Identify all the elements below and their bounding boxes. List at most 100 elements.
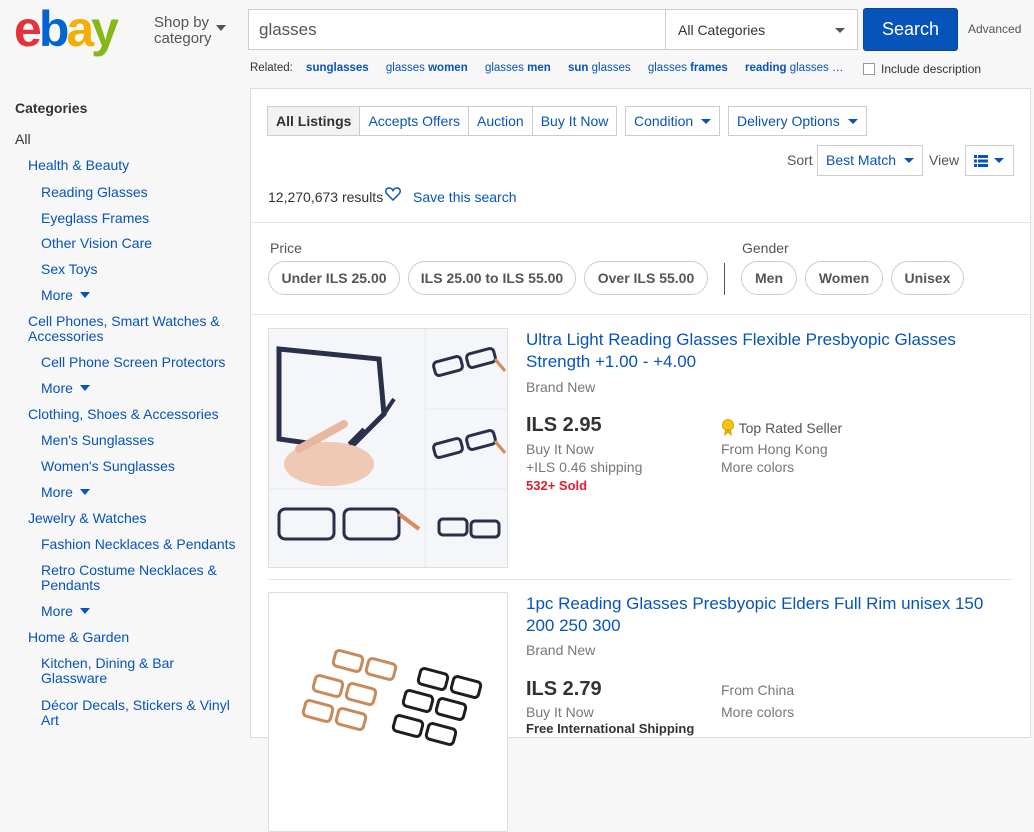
top-rated-ribbon-icon bbox=[722, 419, 734, 436]
sidebar-item-reading-glasses[interactable]: Reading Glasses bbox=[41, 185, 148, 200]
related-searches: Related: sunglasses glasses women glasse… bbox=[250, 62, 857, 74]
sidebar-item-cell-phones[interactable]: Cell Phones, Smart Watches & Accessories bbox=[28, 314, 238, 344]
search-bar: All Categories bbox=[248, 9, 858, 50]
price-pill-middle[interactable]: ILS 25.00 to ILS 55.00 bbox=[408, 261, 576, 295]
price-filter-label: Price bbox=[270, 240, 302, 256]
gender-pill-women[interactable]: Women bbox=[805, 261, 883, 295]
sidebar-more[interactable]: More bbox=[41, 381, 90, 396]
tab-auction[interactable]: Auction bbox=[468, 106, 533, 136]
view-label: View bbox=[929, 152, 960, 168]
listing-format: Buy It Now bbox=[526, 704, 594, 720]
related-link-bold: frames bbox=[690, 62, 728, 74]
glasses-photo-illustration bbox=[269, 593, 507, 831]
tab-accepts-offers[interactable]: Accepts Offers bbox=[359, 106, 470, 136]
sidebar-item-retro-necklaces[interactable]: Retro Costume Necklaces & Pendants bbox=[41, 563, 231, 593]
related-link-text: glasses bbox=[647, 62, 687, 74]
related-link[interactable]: glasses men bbox=[485, 62, 551, 74]
related-link[interactable]: sun glasses bbox=[568, 62, 631, 74]
sidebar-more[interactable]: More bbox=[41, 604, 90, 619]
filter-separator bbox=[724, 263, 725, 295]
listing-title[interactable]: Ultra Light Reading Glasses Flexible Pre… bbox=[526, 329, 986, 373]
view-dropdown[interactable] bbox=[965, 145, 1014, 176]
sidebar-item-other-vision-care[interactable]: Other Vision Care bbox=[41, 236, 152, 251]
ebay-logo[interactable]: ebay bbox=[14, 6, 139, 58]
related-link-bold: sun bbox=[568, 62, 589, 74]
gender-pill-men[interactable]: Men bbox=[741, 261, 797, 295]
chevron-down-icon bbox=[994, 158, 1004, 163]
sidebar-item-fashion-necklaces[interactable]: Fashion Necklaces & Pendants bbox=[41, 537, 236, 552]
related-link-bold: sunglasses bbox=[306, 62, 369, 74]
sort-value: Best Match bbox=[826, 152, 897, 168]
top-rated-label: Top Rated Seller bbox=[738, 420, 843, 436]
search-button[interactable]: Search bbox=[863, 8, 958, 51]
advanced-search-link[interactable]: Advanced bbox=[968, 22, 1021, 36]
shop-by-category[interactable]: Shop by category bbox=[154, 15, 226, 47]
chevron-down-icon bbox=[904, 158, 915, 163]
checkbox-icon bbox=[863, 63, 875, 75]
related-link-text: glasses bbox=[385, 62, 425, 74]
sidebar-item-mens-sunglasses[interactable]: Men's Sunglasses bbox=[41, 433, 154, 448]
top-rated-seller-badge: Top Rated Seller bbox=[721, 419, 842, 437]
results-panel: All Listings Accepts Offers Auction Buy … bbox=[250, 88, 1031, 832]
sidebar-item-decor-decals[interactable]: Décor Decals, Stickers & Vinyl Art bbox=[41, 698, 241, 728]
sidebar-more[interactable]: More bbox=[41, 288, 90, 303]
condition-label: Condition bbox=[634, 113, 694, 129]
category-select-value: All Categories bbox=[678, 22, 766, 38]
related-link[interactable]: sunglasses bbox=[306, 62, 369, 74]
listing-shipping: +ILS 0.46 shipping bbox=[526, 459, 643, 475]
include-description-checkbox[interactable]: Include description bbox=[863, 62, 981, 76]
sidebar-item-screen-protectors[interactable]: Cell Phone Screen Protectors bbox=[41, 355, 225, 370]
sidebar-item-womens-sunglasses[interactable]: Women's Sunglasses bbox=[41, 459, 175, 474]
gender-pill-unisex[interactable]: Unisex bbox=[891, 261, 964, 295]
sort-dropdown[interactable]: Best Match bbox=[817, 145, 924, 176]
price-pill-over[interactable]: Over ILS 55.00 bbox=[584, 261, 708, 295]
listing-image[interactable] bbox=[268, 592, 508, 832]
sidebar-item-sex-toys[interactable]: Sex Toys bbox=[41, 262, 98, 277]
listing-format: Buy It Now bbox=[526, 441, 594, 457]
tab-all-listings[interactable]: All Listings bbox=[267, 106, 361, 136]
divider bbox=[251, 314, 1030, 315]
sidebar-item-jewelry-watches[interactable]: Jewelry & Watches bbox=[28, 511, 147, 526]
heart-icon[interactable] bbox=[385, 186, 401, 201]
category-select[interactable]: All Categories bbox=[665, 10, 857, 49]
related-link[interactable]: glasses women bbox=[386, 62, 468, 74]
listing-location: From Hong Kong bbox=[721, 441, 828, 457]
condition-dropdown[interactable]: Condition bbox=[625, 106, 721, 136]
related-link-bold: men bbox=[527, 62, 551, 74]
sidebar-item-home-garden[interactable]: Home & Garden bbox=[28, 630, 129, 645]
related-link[interactable]: reading glasses … bbox=[745, 62, 843, 74]
save-search-link[interactable]: Save this search bbox=[413, 189, 517, 205]
chevron-down-icon bbox=[216, 25, 226, 31]
listing-shipping: Free International Shipping bbox=[526, 721, 695, 736]
sidebar-item-all[interactable]: All bbox=[15, 132, 31, 147]
listing-condition: Brand New bbox=[526, 642, 596, 658]
related-link-text: glasses bbox=[484, 62, 524, 74]
sidebar-more[interactable]: More bbox=[41, 485, 90, 500]
listing-condition: Brand New bbox=[526, 379, 596, 395]
listing-tabs: All Listings Accepts Offers Auction Buy … bbox=[267, 106, 618, 136]
sort-label: Sort bbox=[787, 152, 813, 168]
listing-image[interactable] bbox=[268, 328, 508, 568]
shop-by-line2: category bbox=[154, 30, 212, 47]
search-input[interactable] bbox=[249, 10, 665, 49]
price-pill-under[interactable]: Under ILS 25.00 bbox=[268, 261, 400, 295]
chevron-down-icon bbox=[835, 28, 845, 33]
include-description-label: Include description bbox=[881, 62, 982, 76]
related-link-bold: women bbox=[428, 62, 468, 74]
chevron-down-icon bbox=[847, 119, 858, 124]
sidebar-item-clothing[interactable]: Clothing, Shoes & Accessories bbox=[28, 407, 219, 422]
related-link[interactable]: glasses frames bbox=[648, 62, 728, 74]
sidebar-item-health-beauty[interactable]: Health & Beauty bbox=[28, 158, 129, 173]
listing-title[interactable]: 1pc Reading Glasses Presbyopic Elders Fu… bbox=[526, 593, 986, 637]
chevron-down-icon bbox=[701, 119, 712, 124]
gender-filter-label: Gender bbox=[742, 240, 789, 256]
listing-price: ILS 2.95 bbox=[526, 414, 602, 436]
listing-more-colors: More colors bbox=[721, 704, 795, 720]
listing-more-colors: More colors bbox=[721, 459, 795, 475]
tab-buy-it-now[interactable]: Buy It Now bbox=[531, 106, 618, 136]
delivery-options-dropdown[interactable]: Delivery Options bbox=[728, 106, 867, 136]
divider bbox=[251, 222, 1030, 223]
related-link-text: glasses … bbox=[789, 62, 844, 74]
sidebar-item-eyeglass-frames[interactable]: Eyeglass Frames bbox=[41, 211, 149, 226]
sidebar-item-glassware[interactable]: Kitchen, Dining & Bar Glassware bbox=[41, 656, 201, 686]
